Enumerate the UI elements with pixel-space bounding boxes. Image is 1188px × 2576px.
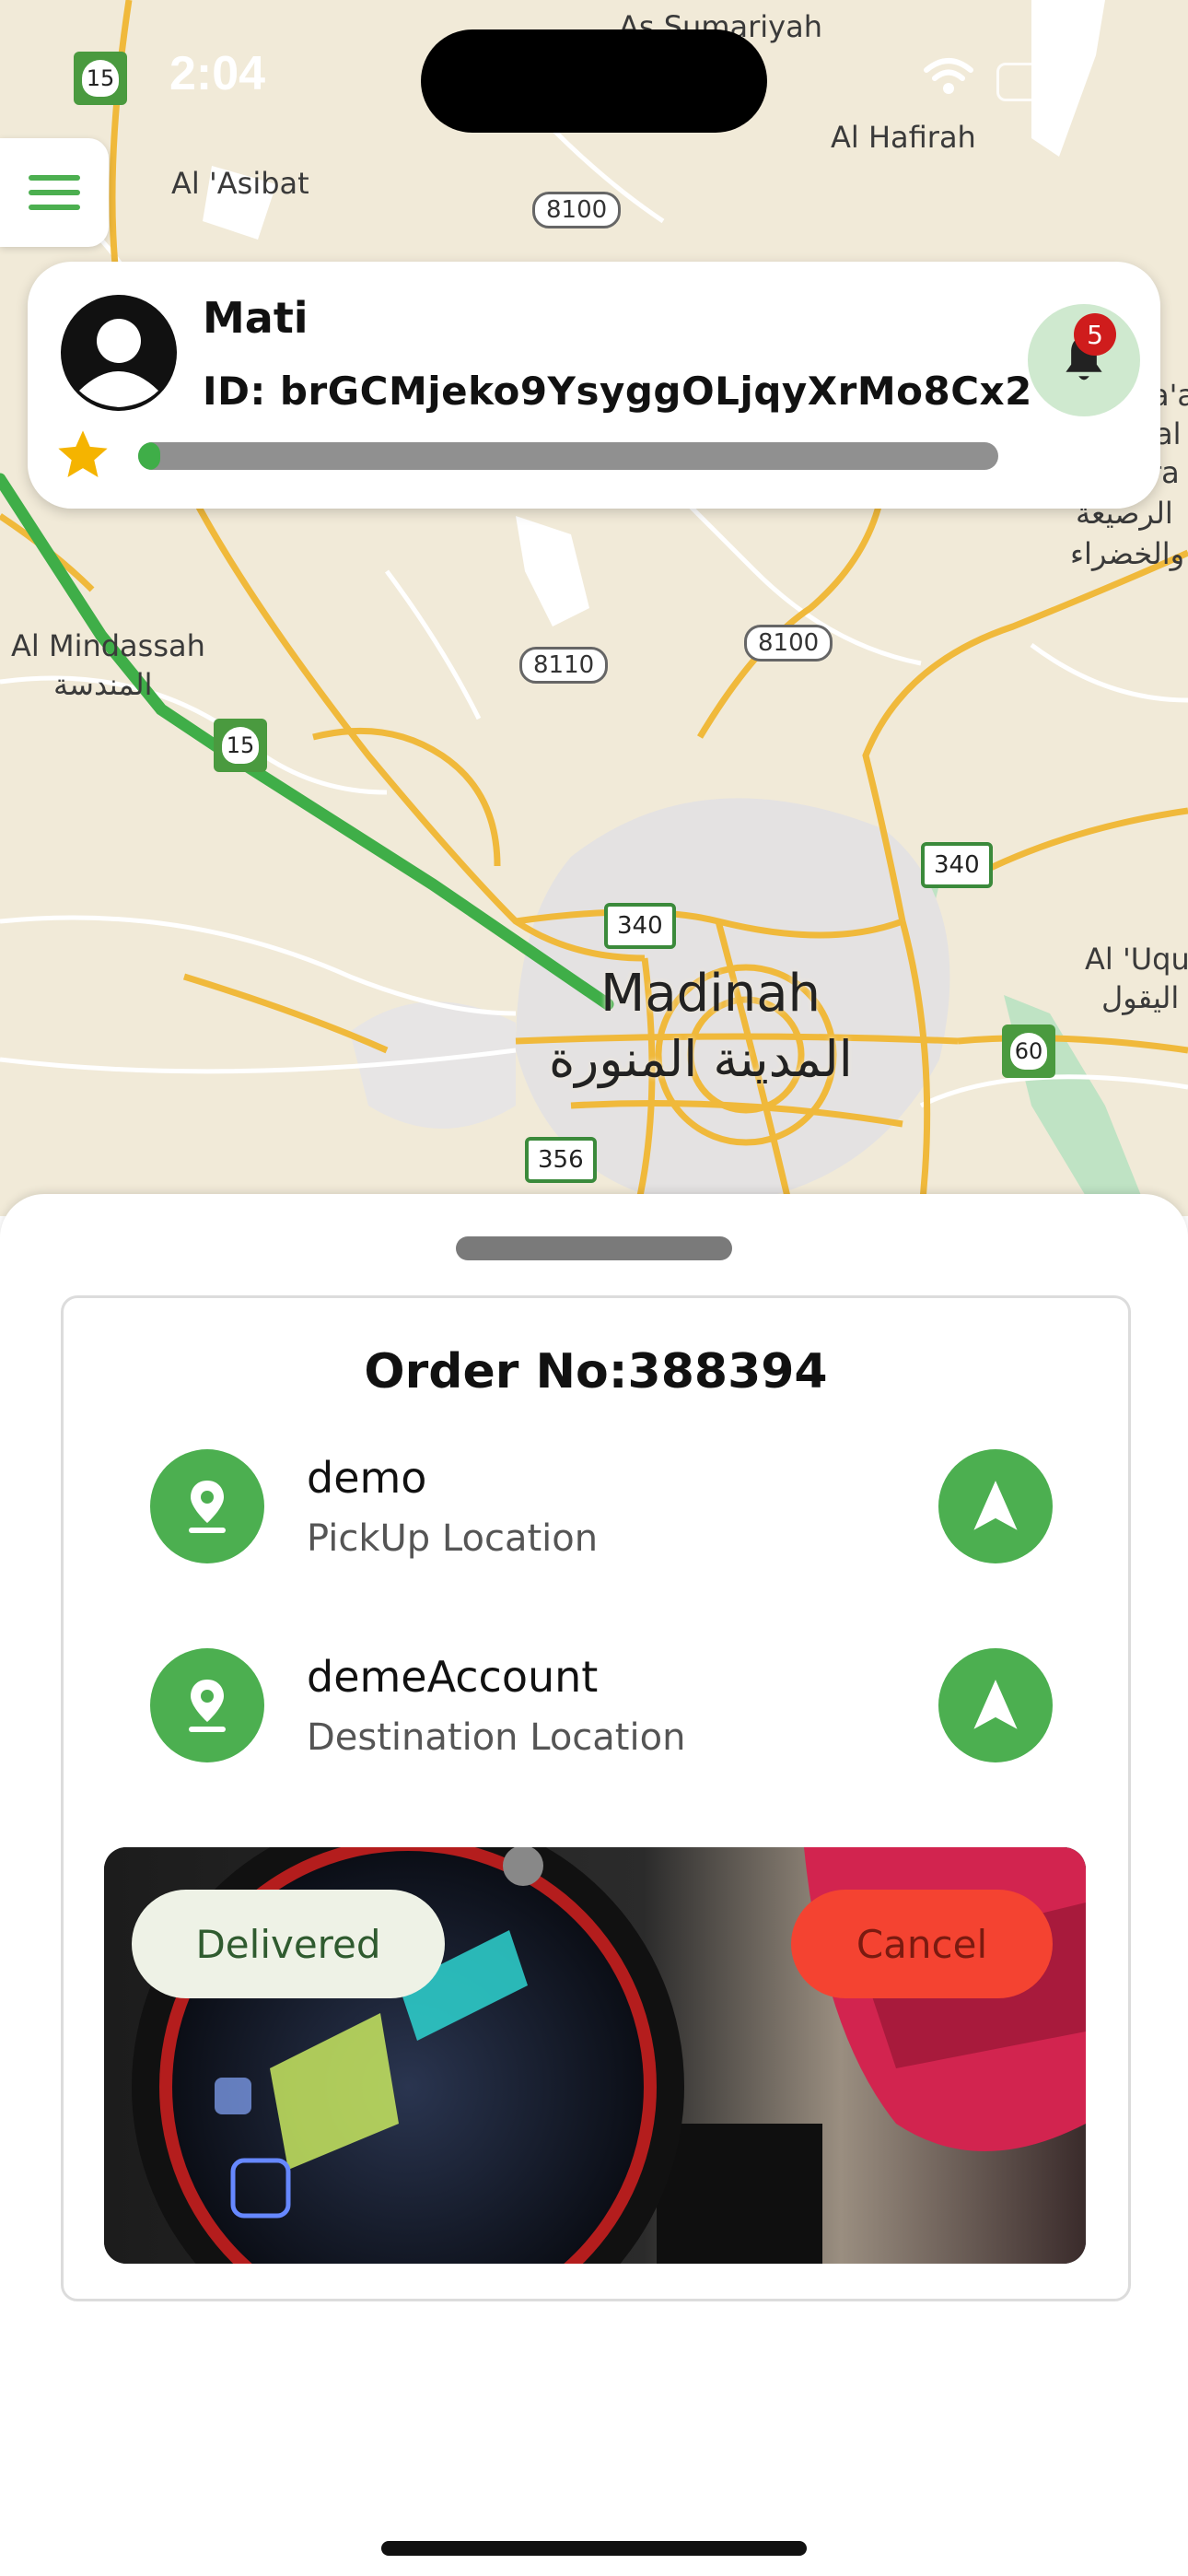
highway-shield: 340 — [604, 903, 676, 949]
driver-profile-card: Mati ID: brGCMjeko9YsyggOLjqyXrMo8Cx2 5 — [28, 262, 1160, 509]
location-pin-icon — [189, 1481, 226, 1533]
order-number: Order No:388394 — [364, 1344, 828, 1399]
place-label: المندسة — [53, 667, 153, 702]
road-number: 8100 — [532, 192, 622, 228]
navigate-destination-button[interactable] — [938, 1648, 1053, 1762]
menu-button[interactable] — [0, 138, 109, 247]
avatar[interactable] — [61, 295, 177, 411]
delivered-button[interactable]: Delivered — [132, 1890, 445, 1998]
route-shield: 60 — [1002, 1025, 1055, 1078]
place-label: Al 'Asibat — [171, 166, 309, 201]
destination-label: Destination Location — [307, 1716, 686, 1759]
city-label: Madinah — [600, 964, 821, 1024]
map-view[interactable]: As Sumariyah Al Hafirah Al 'Asibat Al Mi… — [0, 0, 1188, 1216]
road-number: 8110 — [519, 647, 609, 684]
star-icon — [58, 430, 108, 477]
route-shield: 15 — [74, 52, 127, 105]
navigation-arrow-icon — [973, 1680, 1018, 1729]
city-label-arabic: المدينة المنورة — [549, 1030, 853, 1088]
home-indicator — [381, 2541, 807, 2556]
navigation-arrow-icon — [973, 1481, 1018, 1530]
wifi-icon — [924, 58, 973, 94]
place-label: اليقول — [1101, 980, 1180, 1015]
pickup-name: demo — [307, 1453, 427, 1503]
person-icon — [79, 319, 158, 407]
place-label: Al 'Uqu — [1085, 942, 1188, 977]
destination-row: demeAccount Destination Location — [150, 1648, 1053, 1768]
location-pin-icon — [189, 1680, 226, 1732]
pickup-row: demo PickUp Location — [150, 1449, 1053, 1569]
pickup-pin-button — [150, 1449, 264, 1563]
navigate-pickup-button[interactable] — [938, 1449, 1053, 1563]
hamburger-icon — [29, 175, 80, 210]
driver-id: ID: brGCMjeko9YsyggOLjqyXrMo8Cx2 — [203, 369, 1032, 414]
order-bottom-sheet: Order No:388394 demo PickUp Location dem… — [0, 1194, 1188, 2576]
route-shield: 15 — [214, 719, 267, 772]
road-number: 8100 — [744, 625, 833, 662]
rating-progress-bar — [138, 442, 998, 470]
driver-name: Mati — [203, 293, 309, 343]
place-label: Al Hafirah — [831, 120, 976, 155]
destination-name: demeAccount — [307, 1652, 599, 1702]
dynamic-island — [421, 29, 767, 133]
progress-fill — [138, 442, 161, 470]
highway-shield: 356 — [525, 1137, 597, 1183]
place-label: والخضراء — [1070, 536, 1185, 571]
notification-count-badge: 5 — [1074, 313, 1116, 356]
pickup-label: PickUp Location — [307, 1517, 599, 1560]
order-photo: Delivered Cancel — [104, 1847, 1086, 2264]
battery-icon — [996, 63, 1076, 101]
status-time: 2:04 — [169, 47, 266, 100]
destination-pin-button — [150, 1648, 264, 1762]
place-label: Al Mindassah — [11, 628, 205, 663]
drag-handle[interactable] — [456, 1236, 732, 1260]
cancel-button[interactable]: Cancel — [791, 1890, 1053, 1998]
order-card: Order No:388394 demo PickUp Location dem… — [61, 1295, 1131, 2301]
highway-shield: 340 — [921, 842, 993, 888]
